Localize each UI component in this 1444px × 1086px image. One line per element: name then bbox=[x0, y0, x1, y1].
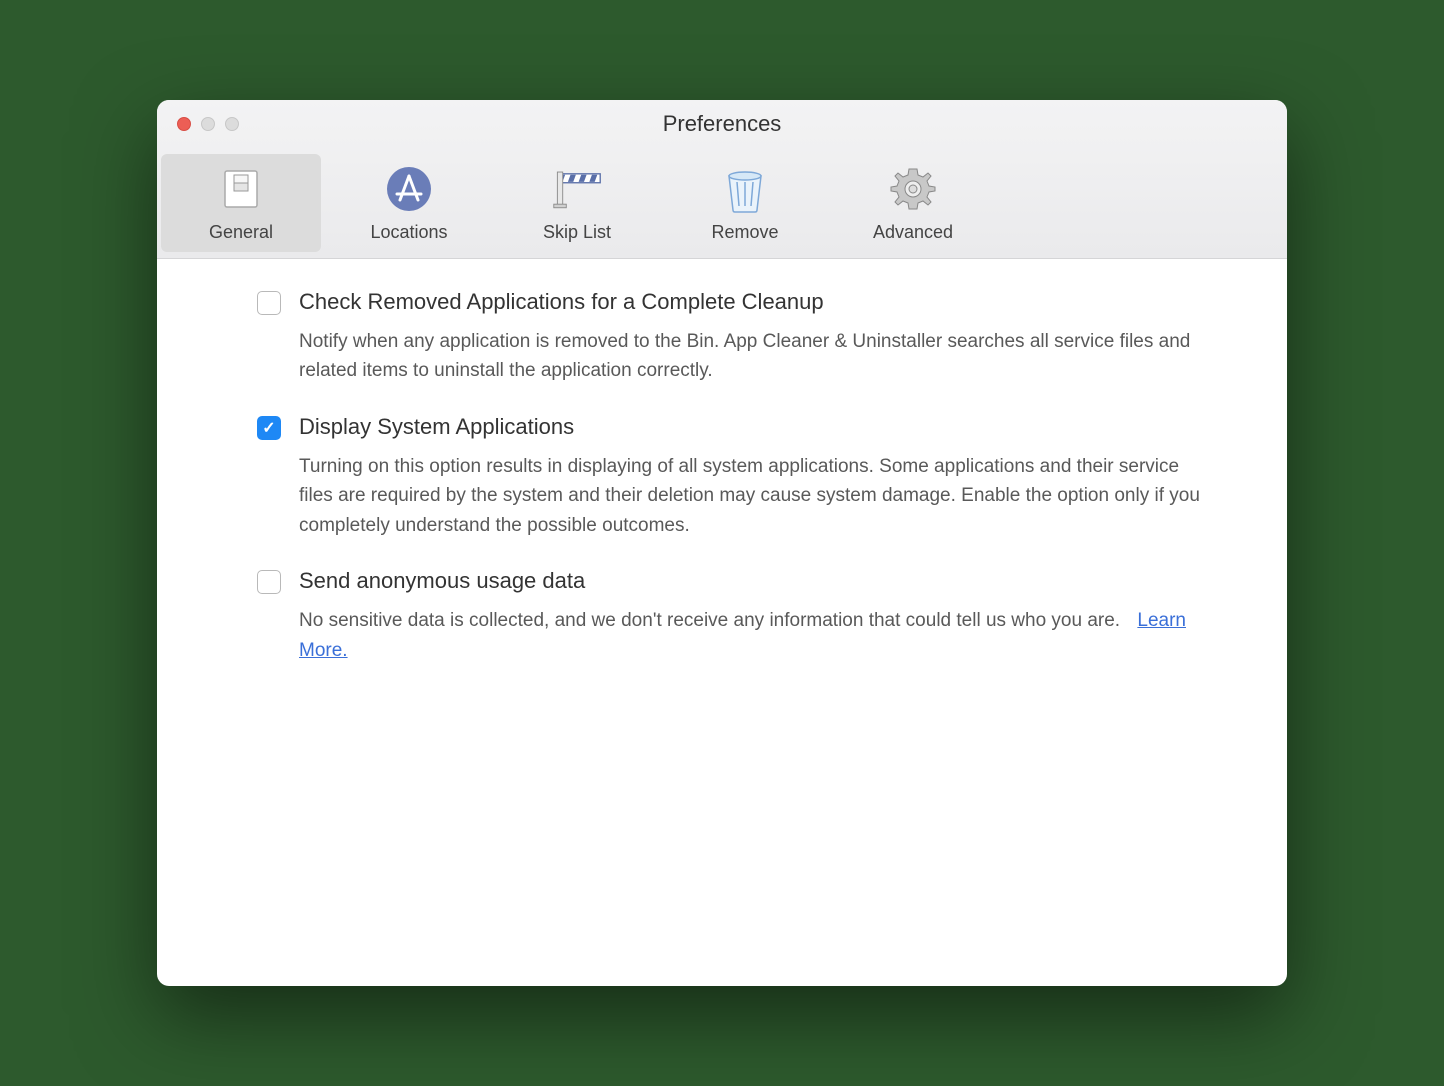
checkbox-display-system-apps[interactable]: ✓ bbox=[257, 416, 281, 440]
switch-icon bbox=[216, 164, 266, 214]
traffic-lights bbox=[157, 117, 239, 131]
tab-label: Advanced bbox=[873, 222, 953, 243]
minimize-button[interactable] bbox=[201, 117, 215, 131]
checkbox-anonymous-usage[interactable]: ✓ bbox=[257, 570, 281, 594]
setting-desc: Turning on this option results in displa… bbox=[299, 452, 1217, 540]
close-button[interactable] bbox=[177, 117, 191, 131]
checkbox-check-removed[interactable]: ✓ bbox=[257, 291, 281, 315]
setting-title: Display System Applications bbox=[299, 414, 1217, 440]
zoom-button[interactable] bbox=[225, 117, 239, 131]
preferences-window: Preferences General bbox=[157, 100, 1287, 986]
window-title: Preferences bbox=[157, 111, 1287, 137]
tab-label: General bbox=[209, 222, 273, 243]
content-area: ✓ Check Removed Applications for a Compl… bbox=[157, 259, 1287, 986]
titlebar: Preferences General bbox=[157, 100, 1287, 259]
setting-display-system-apps: ✓ Display System Applications Turning on… bbox=[257, 414, 1217, 540]
barrier-icon bbox=[552, 164, 602, 214]
app-store-icon bbox=[384, 164, 434, 214]
tab-skip-list[interactable]: Skip List bbox=[497, 154, 657, 252]
tab-advanced[interactable]: Advanced bbox=[833, 154, 993, 252]
setting-desc: No sensitive data is collected, and we d… bbox=[299, 606, 1217, 665]
tab-locations[interactable]: Locations bbox=[329, 154, 489, 252]
tab-general[interactable]: General bbox=[161, 154, 321, 252]
tab-remove[interactable]: Remove bbox=[665, 154, 825, 252]
setting-anonymous-usage: ✓ Send anonymous usage data No sensitive… bbox=[257, 568, 1217, 665]
setting-title: Check Removed Applications for a Complet… bbox=[299, 289, 1217, 315]
setting-check-removed: ✓ Check Removed Applications for a Compl… bbox=[257, 289, 1217, 386]
setting-title: Send anonymous usage data bbox=[299, 568, 1217, 594]
setting-desc: Notify when any application is removed t… bbox=[299, 327, 1217, 386]
trash-icon bbox=[720, 164, 770, 214]
tab-label: Remove bbox=[711, 222, 778, 243]
tab-label: Locations bbox=[370, 222, 447, 243]
setting-desc-text: No sensitive data is collected, and we d… bbox=[299, 610, 1120, 631]
gear-icon bbox=[888, 164, 938, 214]
toolbar: General Locations bbox=[157, 148, 1287, 258]
tab-label: Skip List bbox=[543, 222, 611, 243]
